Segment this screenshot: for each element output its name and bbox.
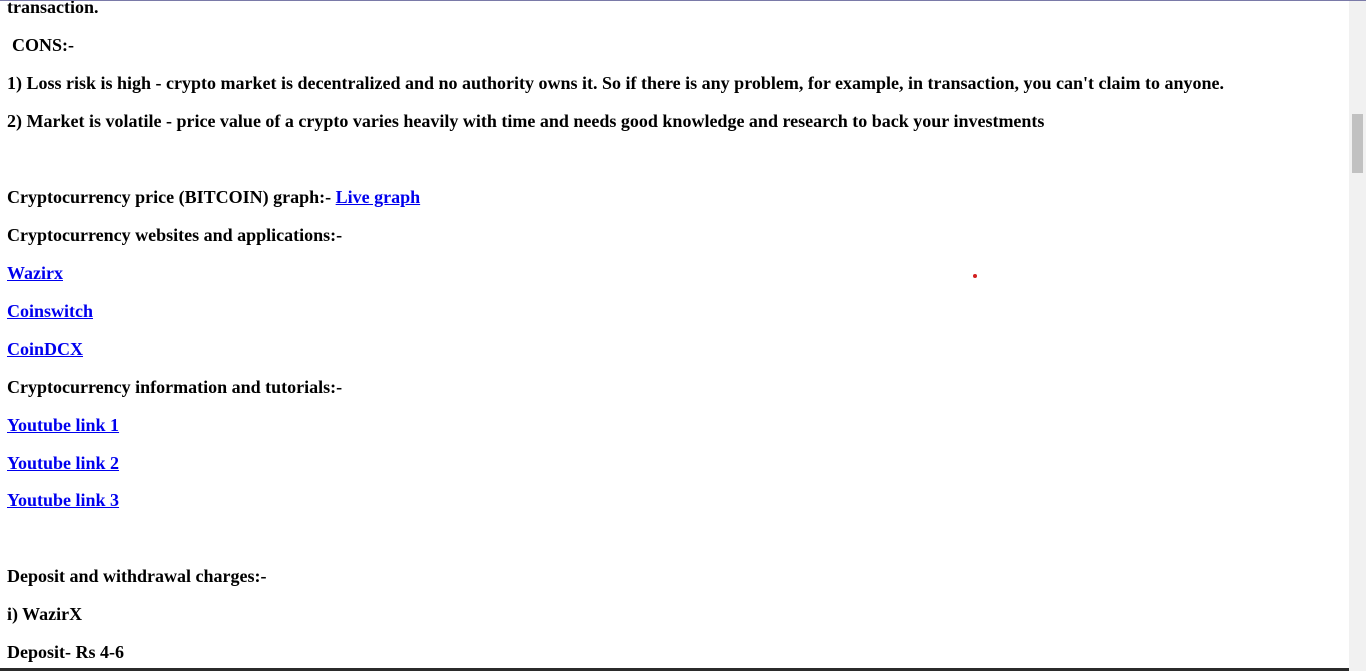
page-content: transaction. CONS:- 1) Loss risk is high… (0, 1, 1349, 671)
live-graph-link[interactable]: Live graph (336, 187, 421, 207)
charges-heading: Deposit and withdrawal charges:- (7, 566, 267, 586)
transaction-text-tail: transaction. (7, 1, 99, 17)
youtube-link-3[interactable]: Youtube link 3 (7, 489, 119, 511)
price-graph-line: Cryptocurrency price (BITCOIN) graph:- L… (7, 186, 420, 208)
tutorials-heading: Cryptocurrency information and tutorials… (7, 377, 343, 397)
con-item-1: 1) Loss risk is high - crypto market is … (7, 73, 1224, 93)
coinswitch-link[interactable]: Coinswitch (7, 300, 93, 322)
charges-deposit-text: Deposit- Rs 4-6 (7, 642, 124, 662)
charges-exchange-label: i) WazirX (7, 604, 83, 624)
coindcx-link[interactable]: CoinDCX (7, 338, 83, 360)
scrollbar-thumb[interactable] (1352, 114, 1363, 173)
con-item-2: 2) Market is volatile - price value of a… (7, 111, 1045, 131)
wazirx-link[interactable]: Wazirx (7, 262, 63, 284)
youtube-link-1[interactable]: Youtube link 1 (7, 414, 119, 436)
vertical-scrollbar[interactable] (1349, 1, 1366, 671)
websites-heading: Cryptocurrency websites and applications… (7, 225, 343, 245)
cursor-dot (973, 274, 977, 278)
cons-heading: CONS:- (12, 35, 74, 55)
price-graph-label: Cryptocurrency price (BITCOIN) graph:- (7, 187, 336, 207)
youtube-link-2[interactable]: Youtube link 2 (7, 452, 119, 474)
